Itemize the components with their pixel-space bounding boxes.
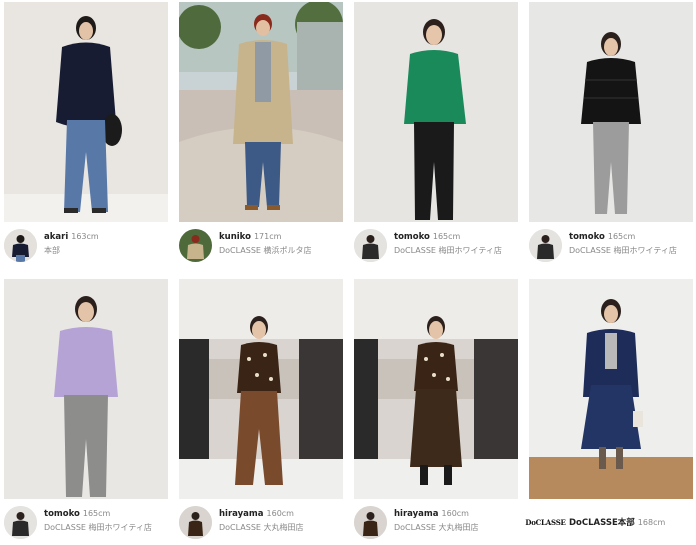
styling-card[interactable]: tomoko 165cm DoCLASSE 梅田ホワイティ店 (529, 2, 693, 268)
staff-name: hirayama (394, 509, 439, 519)
styling-photo[interactable] (529, 2, 693, 222)
staff-height: 171cm (253, 232, 282, 241)
staff-store: DoCLASSE 梅田ホワイティ店 (44, 523, 152, 532)
staff-info[interactable]: tomoko 165cm DoCLASSE 梅田ホワイティ店 (354, 228, 518, 268)
styling-card[interactable]: akari 163cm 本部 (4, 2, 168, 268)
styling-card[interactable]: hirayama 160cm DoCLASSE 大丸梅田店 (179, 279, 343, 545)
staff-avatar[interactable] (4, 229, 37, 262)
staff-info[interactable]: hirayama 160cm DoCLASSE 大丸梅田店 (179, 505, 343, 545)
outfit-photo-image (4, 279, 168, 499)
avatar-image (4, 506, 37, 539)
staff-avatar[interactable] (529, 229, 562, 262)
outfit-photo-image (4, 2, 168, 222)
styling-photo[interactable] (179, 2, 343, 222)
staff-avatar[interactable] (354, 506, 387, 539)
styling-photo[interactable] (354, 2, 518, 222)
outfit-photo-image (354, 2, 518, 222)
avatar-image (354, 506, 387, 539)
styling-card[interactable]: DoCLASSE DoCLASSE本部 168cm (525, 279, 693, 545)
outfit-photo-image (354, 279, 518, 499)
styling-card[interactable]: kuniko 171cm DoCLASSE 横浜ポルタ店 (179, 2, 343, 268)
staff-info[interactable]: DoCLASSE DoCLASSE本部 168cm (525, 505, 693, 545)
staff-store: 本部 (44, 246, 60, 255)
staff-name: tomoko (569, 232, 605, 242)
styling-photo[interactable] (529, 279, 693, 499)
staff-name: kuniko (219, 232, 251, 242)
doclasse-logo: DoCLASSE (525, 517, 566, 527)
staff-store: DoCLASSE 梅田ホワイティ店 (394, 246, 502, 255)
outfit-photo-image (179, 279, 343, 499)
staff-height: 165cm (607, 232, 636, 241)
staff-avatar[interactable] (4, 506, 37, 539)
outfit-photo-image (179, 2, 343, 222)
staff-store: DoCLASSE 大丸梅田店 (219, 523, 304, 532)
staff-height: 160cm (441, 509, 469, 518)
styling-photo[interactable] (179, 279, 343, 499)
styling-photo[interactable] (4, 279, 168, 499)
styling-card[interactable]: hirayama 160cm DoCLASSE 大丸梅田店 (354, 279, 518, 545)
staff-name: tomoko (44, 509, 80, 519)
staff-info[interactable]: tomoko 165cm DoCLASSE 梅田ホワイティ店 (529, 228, 693, 268)
staff-avatar[interactable] (179, 506, 212, 539)
staff-info[interactable]: tomoko 165cm DoCLASSE 梅田ホワイティ店 (4, 505, 168, 545)
staff-name: DoCLASSE本部 (569, 518, 635, 528)
staff-name: akari (44, 232, 69, 242)
avatar-image (179, 506, 212, 539)
staff-height: 165cm (432, 232, 461, 241)
avatar-image (354, 229, 387, 262)
staff-store: DoCLASSE 梅田ホワイティ店 (569, 246, 677, 255)
outfit-photo-image (529, 279, 693, 499)
avatar-image (529, 229, 562, 262)
staff-info[interactable]: kuniko 171cm DoCLASSE 横浜ポルタ店 (179, 228, 343, 268)
staff-info[interactable]: hirayama 160cm DoCLASSE 大丸梅田店 (354, 505, 518, 545)
staff-height: 160cm (266, 509, 294, 518)
staff-name: tomoko (394, 232, 430, 242)
staff-height: 168cm (637, 518, 666, 527)
styling-photo[interactable] (4, 2, 168, 222)
staff-styling-grid: akari 163cm 本部 kuniko 171cm DoCLASSE 横浜ポ… (0, 0, 696, 540)
staff-store: DoCLASSE 横浜ポルタ店 (219, 246, 312, 255)
outfit-photo-image (529, 2, 693, 222)
styling-card[interactable]: tomoko 165cm DoCLASSE 梅田ホワイティ店 (4, 279, 168, 545)
staff-avatar[interactable] (179, 229, 212, 262)
avatar-image (4, 229, 37, 262)
styling-card[interactable]: tomoko 165cm DoCLASSE 梅田ホワイティ店 (354, 2, 518, 268)
staff-store: DoCLASSE 大丸梅田店 (394, 523, 479, 532)
avatar-image (179, 229, 212, 262)
staff-info[interactable]: akari 163cm 本部 (4, 228, 168, 268)
staff-height: 163cm (71, 232, 99, 241)
staff-height: 165cm (82, 509, 111, 518)
staff-avatar[interactable] (354, 229, 387, 262)
styling-photo[interactable] (354, 279, 518, 499)
staff-name: hirayama (219, 509, 264, 519)
